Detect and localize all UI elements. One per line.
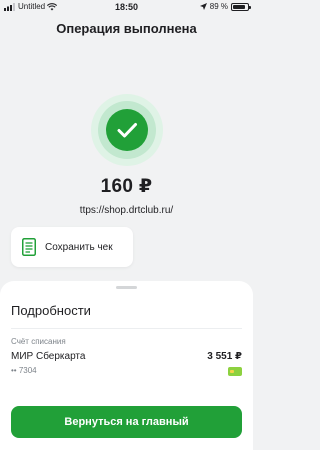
check-icon <box>117 123 137 138</box>
document-icon <box>22 238 36 256</box>
battery-icon <box>231 2 251 11</box>
status-bar-right: 89 % <box>199 2 251 11</box>
card-name: МИР Сберкарта <box>11 351 86 362</box>
success-indicator <box>91 94 163 166</box>
page-title: Операция выполнена <box>56 21 197 36</box>
details-divider <box>11 328 242 329</box>
battery-fill <box>233 4 246 9</box>
battery-percent: 89 % <box>209 2 228 11</box>
details-title: Подробности <box>11 303 91 318</box>
status-bar: Untitled 18:50 89 % <box>0 0 253 14</box>
card-icon <box>228 367 242 376</box>
account-caption: Счёт списания <box>11 337 66 346</box>
sheet-grabber[interactable] <box>116 286 137 289</box>
card-number: •• 7304 <box>11 366 37 375</box>
save-receipt-label: Сохранить чек <box>45 241 113 253</box>
merchant-url: ttps://shop.drtclub.ru/ <box>79 205 174 216</box>
payment-amount: 160 ₽ <box>100 176 153 197</box>
location-arrow-icon <box>199 3 207 10</box>
card-balance: 3 551 ₽ <box>207 351 242 362</box>
return-home-button[interactable]: Вернуться на главный <box>11 406 242 438</box>
save-receipt-button[interactable]: Сохранить чек <box>11 227 133 267</box>
details-sheet: Подробности Счёт списания МИР Сберкарта … <box>0 281 253 450</box>
